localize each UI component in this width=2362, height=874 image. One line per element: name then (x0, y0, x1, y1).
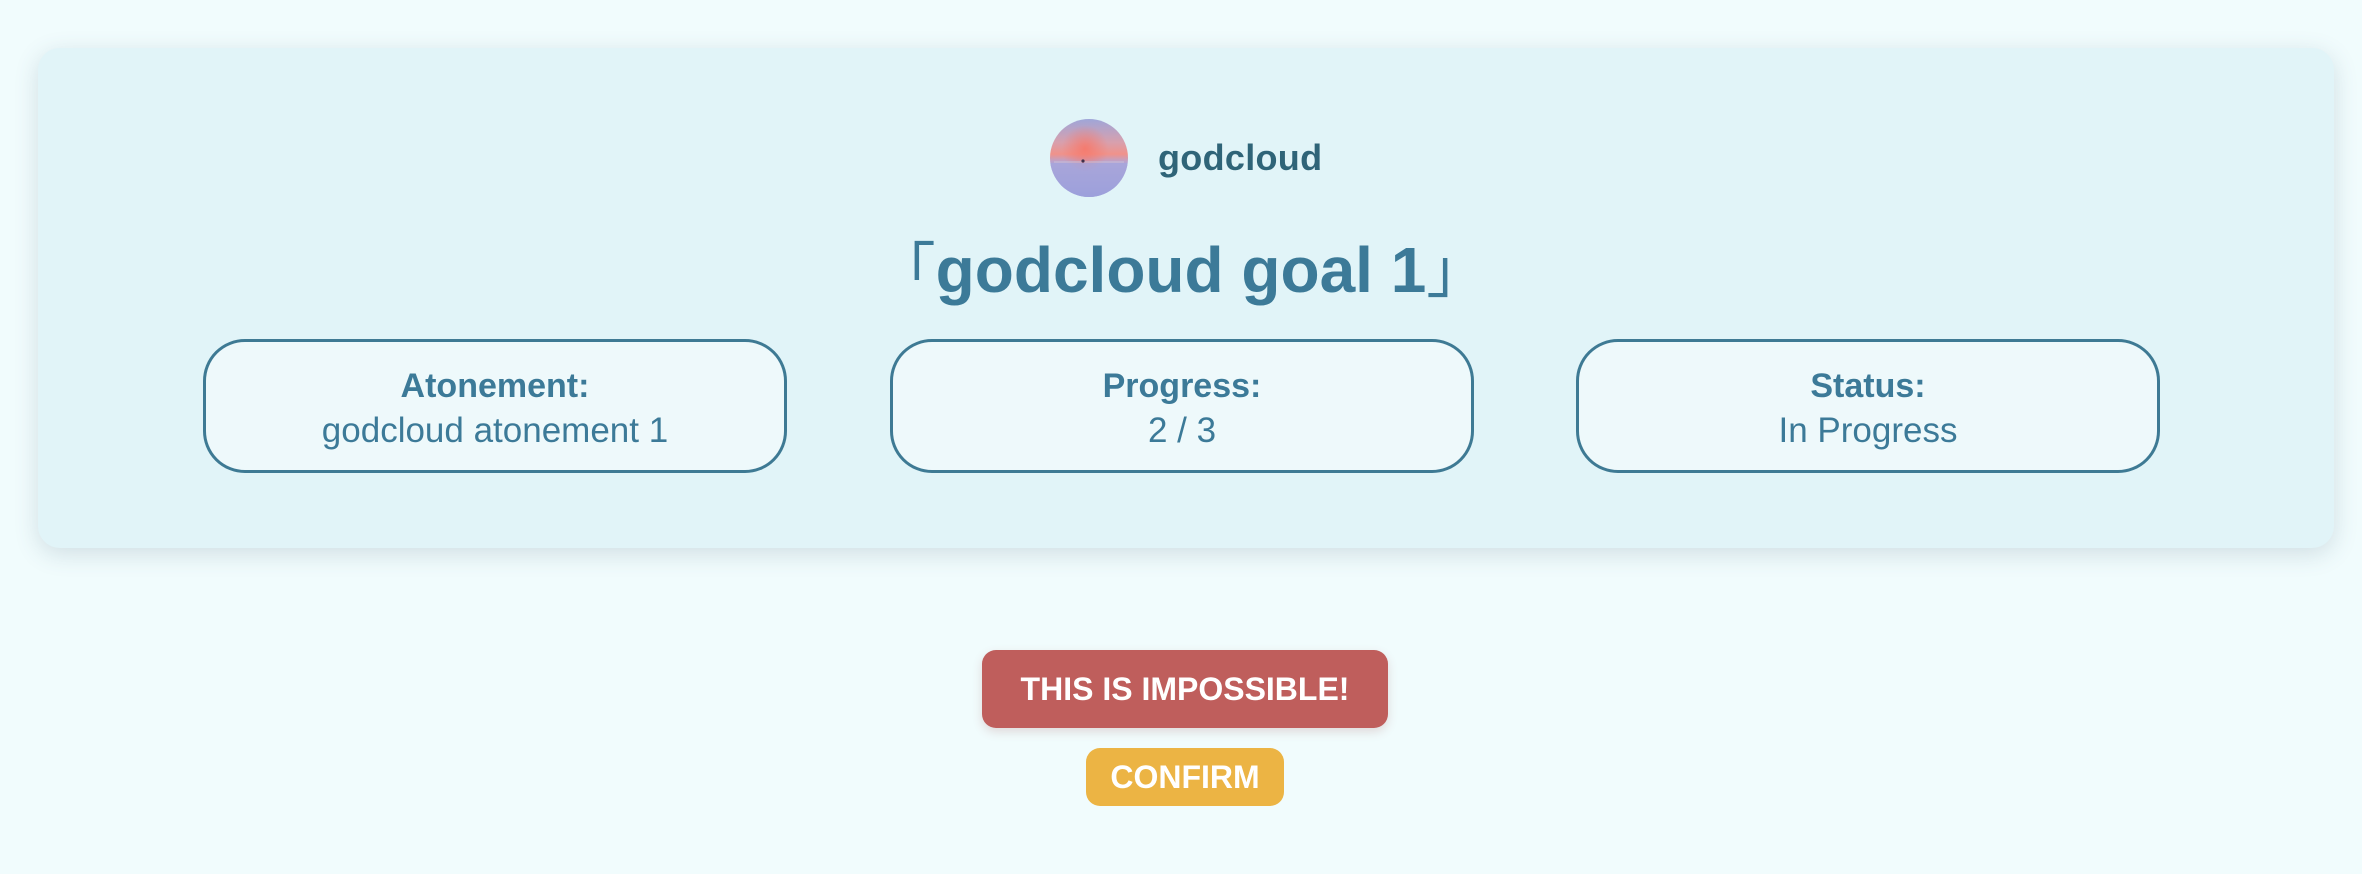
progress-label: Progress: (1102, 367, 1262, 405)
goal-title: 「godcloud goal 1」 (0, 228, 2362, 314)
confirm-button[interactable]: CONFIRM (1086, 748, 1284, 806)
atonement-value: godcloud atonement 1 (321, 411, 669, 450)
status-value: In Progress (1778, 411, 1958, 450)
atonement-label: Atonement: (400, 367, 590, 405)
progress-value: 2 / 3 (1147, 411, 1217, 450)
username: godcloud (1158, 137, 1323, 178)
goal-title-close-bracket: 」 (1426, 238, 1487, 305)
goal-title-text: godcloud goal 1 (935, 234, 1427, 306)
atonement-box: Atonement: godcloud atonement 1 (203, 339, 787, 473)
goal-title-open-bracket: 「 (875, 238, 936, 305)
progress-box: Progress: 2 / 3 (890, 339, 1474, 473)
avatar[interactable] (1050, 119, 1128, 197)
user-header: godcloud (1050, 119, 1322, 197)
status-label: Status: (1810, 367, 1926, 405)
status-box: Status: In Progress (1576, 339, 2160, 473)
impossible-button[interactable]: THIS IS IMPOSSIBLE! (982, 650, 1388, 728)
